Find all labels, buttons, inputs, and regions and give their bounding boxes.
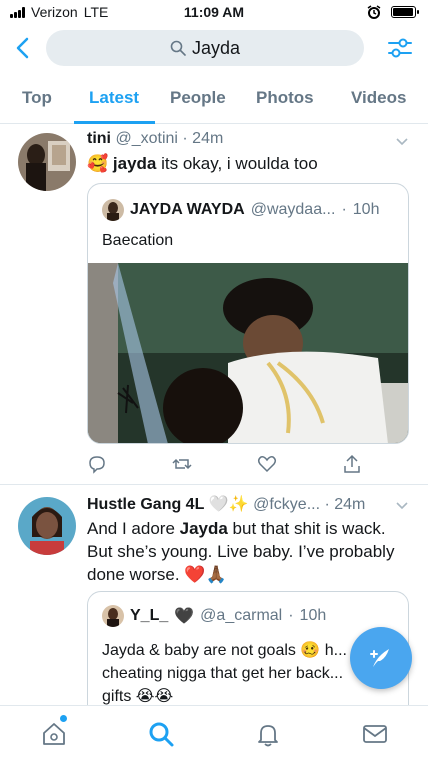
home-icon[interactable] (40, 720, 68, 748)
quoted-timestamp: 10h (299, 607, 327, 624)
tweet-author-handle[interactable]: @fckye... (253, 496, 320, 513)
avatar[interactable] (18, 133, 76, 191)
tweet-author-name[interactable]: tini (87, 130, 111, 147)
tweet-author-name[interactable]: Hustle Gang 4L (87, 496, 204, 513)
search-icon[interactable] (147, 720, 175, 748)
tweet-timestamp: 24m (334, 496, 366, 513)
timeline[interactable]: tini @_xotini · 24m 🥰 jayda its okay, i … (0, 124, 428, 705)
messages-envelope-icon[interactable] (361, 720, 389, 748)
search-icon (170, 40, 186, 56)
tab-people[interactable]: People (170, 88, 226, 108)
like-icon[interactable] (257, 454, 277, 474)
carrier-info: Verizon LTE (10, 4, 108, 20)
new-content-dot (60, 715, 67, 722)
compose-tweet-button[interactable] (350, 627, 412, 689)
tweet-text-start: And I adore (87, 519, 180, 538)
separator-dot: · (177, 130, 193, 147)
chevron-down-icon[interactable] (394, 133, 410, 149)
quoted-tweet[interactable]: JAYDA WAYDA @waydaa... · 10h Baecation (87, 183, 409, 444)
reply-icon[interactable] (87, 454, 107, 474)
tweet[interactable]: tini @_xotini · 24m 🥰 jayda its okay, i … (0, 124, 428, 482)
search-header: Jayda (0, 28, 428, 68)
quoted-author-handle: @a_carmal (200, 607, 283, 624)
compose-feather-icon (370, 649, 389, 667)
share-icon[interactable] (342, 454, 362, 474)
quoted-text: Baecation (102, 232, 174, 249)
quoted-media-image[interactable] (88, 263, 408, 443)
search-query: Jayda (191, 37, 241, 58)
separator-dot: · (341, 201, 347, 218)
quoted-avatar (102, 199, 124, 221)
quoted-author-name: Y_L_ (130, 607, 169, 624)
tab-latest[interactable]: Latest (89, 88, 139, 108)
search-tabs: Top Latest People Photos Videos (0, 80, 428, 124)
quoted-timestamp: 10h (352, 201, 380, 218)
tweet-timestamp: 24m (192, 130, 224, 147)
tab-top[interactable]: Top (22, 88, 52, 108)
highlighted-term: jayda (112, 154, 157, 173)
network-type: LTE (83, 4, 109, 20)
tweet-text: And I adore Jayda but that shit is wack.… (87, 517, 410, 586)
filter-settings-icon[interactable] (386, 34, 414, 62)
tweet-text: 🥰 jayda its okay, i woulda too (87, 152, 410, 175)
avatar[interactable] (18, 497, 76, 555)
separator-dot: · (288, 607, 294, 624)
tweet-author-handle[interactable]: @_xotini (115, 130, 178, 147)
notifications-bell-icon[interactable] (254, 720, 282, 748)
tweet-text-rest: its okay, i woulda too (156, 154, 318, 173)
name-emoji: 🤍✨ (208, 496, 249, 513)
quoted-author-name: JAYDA WAYDA (130, 201, 245, 218)
quoted-author-handle: @waydaa... (250, 201, 336, 218)
alarm-icon (367, 5, 381, 19)
status-bar: Verizon LTE 11:09 AM (0, 0, 428, 24)
back-icon[interactable] (10, 34, 36, 62)
retweet-icon[interactable] (172, 454, 192, 474)
carrier-name: Verizon (31, 4, 78, 20)
tab-videos[interactable]: Videos (351, 88, 406, 108)
chevron-down-icon[interactable] (394, 497, 410, 513)
signal-icon (10, 6, 25, 18)
tweet-actions (87, 454, 377, 476)
quoted-text: Jayda & baby are not goals 🥴 h... cheati… (102, 642, 347, 705)
battery-icon (391, 6, 419, 18)
quoted-avatar (102, 605, 124, 627)
name-emoji: 🖤 (174, 608, 195, 625)
highlighted-term: Jayda (179, 519, 228, 538)
emoji: 🥰 (87, 154, 109, 173)
search-input[interactable]: Jayda (46, 30, 364, 66)
tab-photos[interactable]: Photos (256, 88, 314, 108)
separator-dot: · (320, 496, 335, 513)
bottom-tab-bar (0, 705, 428, 761)
